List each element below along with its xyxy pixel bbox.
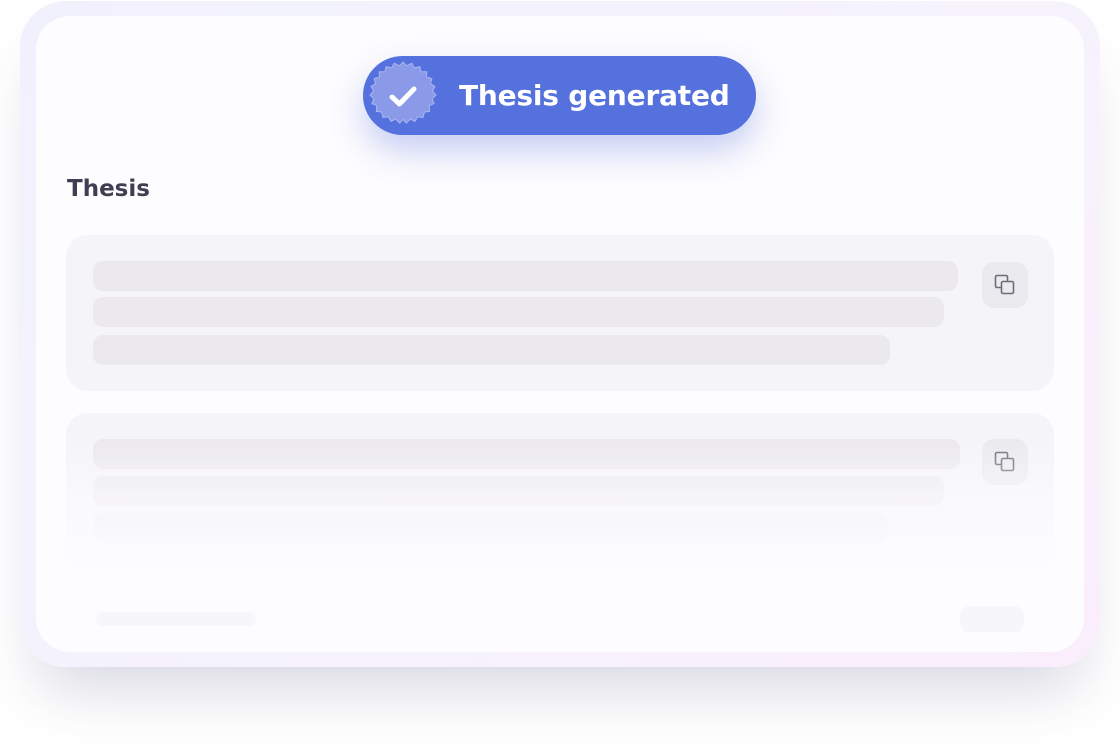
faded-placeholder-button	[960, 606, 1024, 632]
copy-button[interactable]	[982, 262, 1028, 308]
placeholder-line	[93, 297, 944, 327]
placeholder-line	[93, 335, 890, 365]
placeholder-line	[93, 261, 958, 291]
copy-icon	[994, 451, 1015, 472]
success-toast: Thesis generated	[363, 56, 756, 135]
placeholder-line	[93, 513, 888, 543]
thesis-panel: Thesis generated Thesis	[0, 0, 1120, 748]
copy-icon	[994, 274, 1015, 295]
copy-button[interactable]	[982, 439, 1028, 485]
faded-placeholder-line	[96, 612, 256, 626]
section-title: Thesis	[67, 176, 150, 202]
placeholder-line	[93, 476, 944, 506]
toast-label: Thesis generated	[459, 79, 730, 112]
thesis-result-card	[66, 413, 1054, 573]
placeholder-line	[93, 439, 960, 469]
checkmark-badge-icon	[369, 61, 437, 124]
thesis-result-card	[66, 235, 1054, 391]
